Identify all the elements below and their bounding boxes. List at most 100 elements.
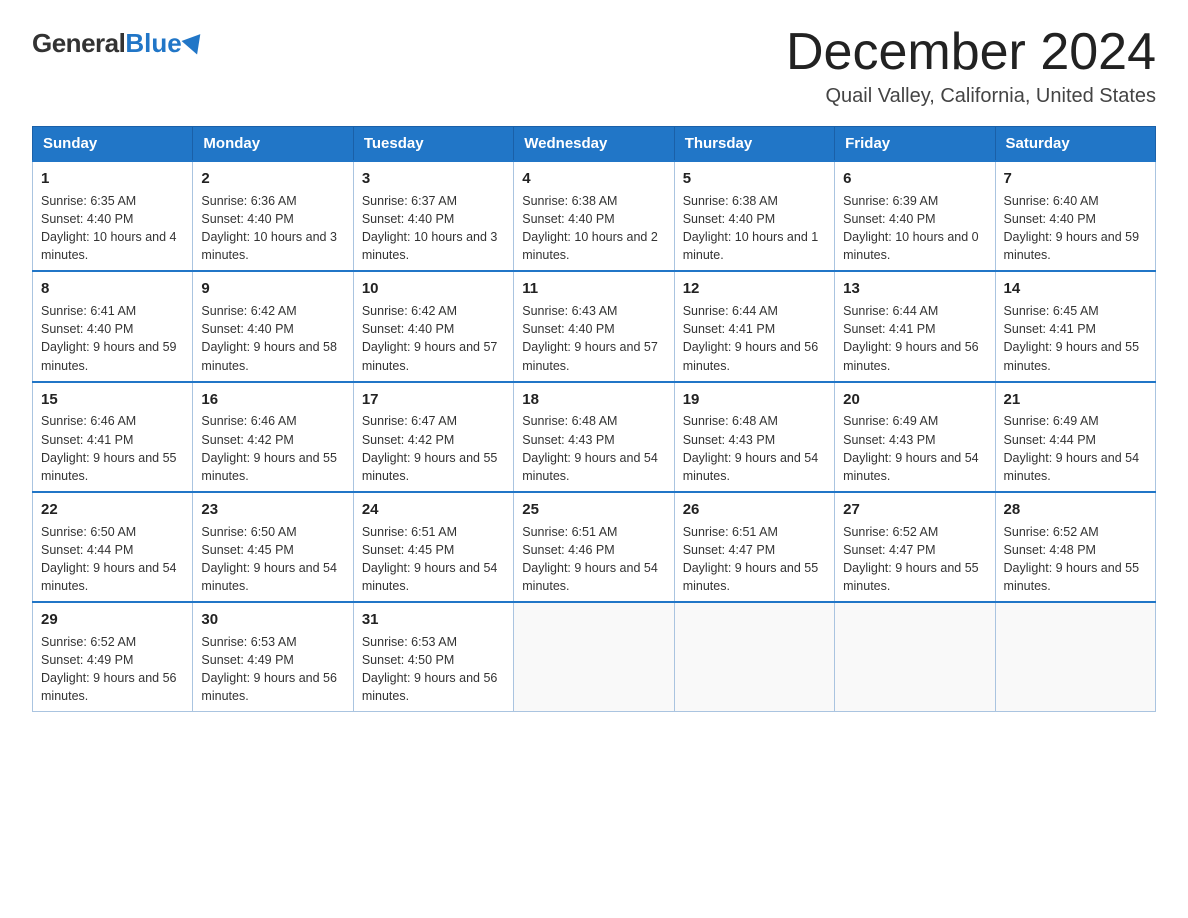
logo-blue-text: Blue xyxy=(125,28,181,59)
col-saturday: Saturday xyxy=(995,127,1155,162)
table-row xyxy=(514,602,674,712)
day-number: 1 xyxy=(41,168,184,190)
day-number: 27 xyxy=(843,499,986,521)
title-area: December 2024 Quail Valley, California, … xyxy=(786,24,1156,108)
day-info: Sunrise: 6:48 AMSunset: 4:43 PMDaylight:… xyxy=(683,412,826,485)
table-row: 26Sunrise: 6:51 AMSunset: 4:47 PMDayligh… xyxy=(674,492,834,602)
table-row: 19Sunrise: 6:48 AMSunset: 4:43 PMDayligh… xyxy=(674,382,834,492)
day-info: Sunrise: 6:42 AMSunset: 4:40 PMDaylight:… xyxy=(362,302,505,375)
calendar-week-row: 1Sunrise: 6:35 AMSunset: 4:40 PMDaylight… xyxy=(33,161,1156,271)
day-number: 8 xyxy=(41,278,184,300)
day-info: Sunrise: 6:43 AMSunset: 4:40 PMDaylight:… xyxy=(522,302,665,375)
table-row xyxy=(835,602,995,712)
table-row: 8Sunrise: 6:41 AMSunset: 4:40 PMDaylight… xyxy=(33,271,193,381)
month-title: December 2024 xyxy=(786,24,1156,81)
day-info: Sunrise: 6:38 AMSunset: 4:40 PMDaylight:… xyxy=(683,192,826,265)
day-number: 17 xyxy=(362,389,505,411)
table-row: 9Sunrise: 6:42 AMSunset: 4:40 PMDaylight… xyxy=(193,271,353,381)
day-info: Sunrise: 6:38 AMSunset: 4:40 PMDaylight:… xyxy=(522,192,665,265)
day-number: 10 xyxy=(362,278,505,300)
calendar-week-row: 15Sunrise: 6:46 AMSunset: 4:41 PMDayligh… xyxy=(33,382,1156,492)
col-tuesday: Tuesday xyxy=(353,127,513,162)
day-number: 22 xyxy=(41,499,184,521)
table-row: 1Sunrise: 6:35 AMSunset: 4:40 PMDaylight… xyxy=(33,161,193,271)
day-info: Sunrise: 6:45 AMSunset: 4:41 PMDaylight:… xyxy=(1004,302,1147,375)
table-row: 24Sunrise: 6:51 AMSunset: 4:45 PMDayligh… xyxy=(353,492,513,602)
day-info: Sunrise: 6:47 AMSunset: 4:42 PMDaylight:… xyxy=(362,412,505,485)
day-info: Sunrise: 6:51 AMSunset: 4:45 PMDaylight:… xyxy=(362,523,505,596)
day-info: Sunrise: 6:50 AMSunset: 4:45 PMDaylight:… xyxy=(201,523,344,596)
table-row: 10Sunrise: 6:42 AMSunset: 4:40 PMDayligh… xyxy=(353,271,513,381)
day-info: Sunrise: 6:39 AMSunset: 4:40 PMDaylight:… xyxy=(843,192,986,265)
day-number: 26 xyxy=(683,499,826,521)
day-number: 6 xyxy=(843,168,986,190)
table-row: 13Sunrise: 6:44 AMSunset: 4:41 PMDayligh… xyxy=(835,271,995,381)
calendar-table: Sunday Monday Tuesday Wednesday Thursday… xyxy=(32,126,1156,712)
day-info: Sunrise: 6:51 AMSunset: 4:46 PMDaylight:… xyxy=(522,523,665,596)
day-number: 7 xyxy=(1004,168,1147,190)
day-info: Sunrise: 6:53 AMSunset: 4:50 PMDaylight:… xyxy=(362,633,505,706)
day-number: 25 xyxy=(522,499,665,521)
day-info: Sunrise: 6:48 AMSunset: 4:43 PMDaylight:… xyxy=(522,412,665,485)
day-info: Sunrise: 6:49 AMSunset: 4:44 PMDaylight:… xyxy=(1004,412,1147,485)
day-info: Sunrise: 6:53 AMSunset: 4:49 PMDaylight:… xyxy=(201,633,344,706)
day-number: 20 xyxy=(843,389,986,411)
day-info: Sunrise: 6:51 AMSunset: 4:47 PMDaylight:… xyxy=(683,523,826,596)
col-wednesday: Wednesday xyxy=(514,127,674,162)
calendar-header-row: Sunday Monday Tuesday Wednesday Thursday… xyxy=(33,127,1156,162)
day-info: Sunrise: 6:49 AMSunset: 4:43 PMDaylight:… xyxy=(843,412,986,485)
table-row: 23Sunrise: 6:50 AMSunset: 4:45 PMDayligh… xyxy=(193,492,353,602)
calendar-week-row: 8Sunrise: 6:41 AMSunset: 4:40 PMDaylight… xyxy=(33,271,1156,381)
day-number: 29 xyxy=(41,609,184,631)
logo-general-text: General xyxy=(32,28,125,59)
table-row: 30Sunrise: 6:53 AMSunset: 4:49 PMDayligh… xyxy=(193,602,353,712)
table-row: 7Sunrise: 6:40 AMSunset: 4:40 PMDaylight… xyxy=(995,161,1155,271)
day-info: Sunrise: 6:46 AMSunset: 4:41 PMDaylight:… xyxy=(41,412,184,485)
day-number: 21 xyxy=(1004,389,1147,411)
table-row: 20Sunrise: 6:49 AMSunset: 4:43 PMDayligh… xyxy=(835,382,995,492)
table-row: 14Sunrise: 6:45 AMSunset: 4:41 PMDayligh… xyxy=(995,271,1155,381)
day-info: Sunrise: 6:46 AMSunset: 4:42 PMDaylight:… xyxy=(201,412,344,485)
table-row: 2Sunrise: 6:36 AMSunset: 4:40 PMDaylight… xyxy=(193,161,353,271)
table-row: 21Sunrise: 6:49 AMSunset: 4:44 PMDayligh… xyxy=(995,382,1155,492)
table-row: 3Sunrise: 6:37 AMSunset: 4:40 PMDaylight… xyxy=(353,161,513,271)
table-row: 4Sunrise: 6:38 AMSunset: 4:40 PMDaylight… xyxy=(514,161,674,271)
logo-blue-part: Blue xyxy=(125,28,203,59)
table-row: 11Sunrise: 6:43 AMSunset: 4:40 PMDayligh… xyxy=(514,271,674,381)
logo-triangle-icon xyxy=(181,34,206,58)
table-row: 6Sunrise: 6:39 AMSunset: 4:40 PMDaylight… xyxy=(835,161,995,271)
day-info: Sunrise: 6:35 AMSunset: 4:40 PMDaylight:… xyxy=(41,192,184,265)
day-info: Sunrise: 6:40 AMSunset: 4:40 PMDaylight:… xyxy=(1004,192,1147,265)
table-row: 12Sunrise: 6:44 AMSunset: 4:41 PMDayligh… xyxy=(674,271,834,381)
table-row: 17Sunrise: 6:47 AMSunset: 4:42 PMDayligh… xyxy=(353,382,513,492)
day-number: 31 xyxy=(362,609,505,631)
table-row: 16Sunrise: 6:46 AMSunset: 4:42 PMDayligh… xyxy=(193,382,353,492)
day-number: 23 xyxy=(201,499,344,521)
table-row: 22Sunrise: 6:50 AMSunset: 4:44 PMDayligh… xyxy=(33,492,193,602)
day-info: Sunrise: 6:52 AMSunset: 4:48 PMDaylight:… xyxy=(1004,523,1147,596)
day-info: Sunrise: 6:42 AMSunset: 4:40 PMDaylight:… xyxy=(201,302,344,375)
day-number: 18 xyxy=(522,389,665,411)
table-row: 15Sunrise: 6:46 AMSunset: 4:41 PMDayligh… xyxy=(33,382,193,492)
col-friday: Friday xyxy=(835,127,995,162)
table-row xyxy=(674,602,834,712)
col-sunday: Sunday xyxy=(33,127,193,162)
day-number: 15 xyxy=(41,389,184,411)
day-number: 12 xyxy=(683,278,826,300)
day-number: 19 xyxy=(683,389,826,411)
table-row: 29Sunrise: 6:52 AMSunset: 4:49 PMDayligh… xyxy=(33,602,193,712)
day-number: 9 xyxy=(201,278,344,300)
day-number: 30 xyxy=(201,609,344,631)
day-number: 16 xyxy=(201,389,344,411)
table-row: 5Sunrise: 6:38 AMSunset: 4:40 PMDaylight… xyxy=(674,161,834,271)
calendar-week-row: 22Sunrise: 6:50 AMSunset: 4:44 PMDayligh… xyxy=(33,492,1156,602)
logo: General Blue xyxy=(32,24,204,59)
day-number: 4 xyxy=(522,168,665,190)
day-number: 13 xyxy=(843,278,986,300)
day-info: Sunrise: 6:50 AMSunset: 4:44 PMDaylight:… xyxy=(41,523,184,596)
day-number: 5 xyxy=(683,168,826,190)
col-thursday: Thursday xyxy=(674,127,834,162)
location-subtitle: Quail Valley, California, United States xyxy=(786,85,1156,108)
day-number: 2 xyxy=(201,168,344,190)
day-info: Sunrise: 6:52 AMSunset: 4:49 PMDaylight:… xyxy=(41,633,184,706)
